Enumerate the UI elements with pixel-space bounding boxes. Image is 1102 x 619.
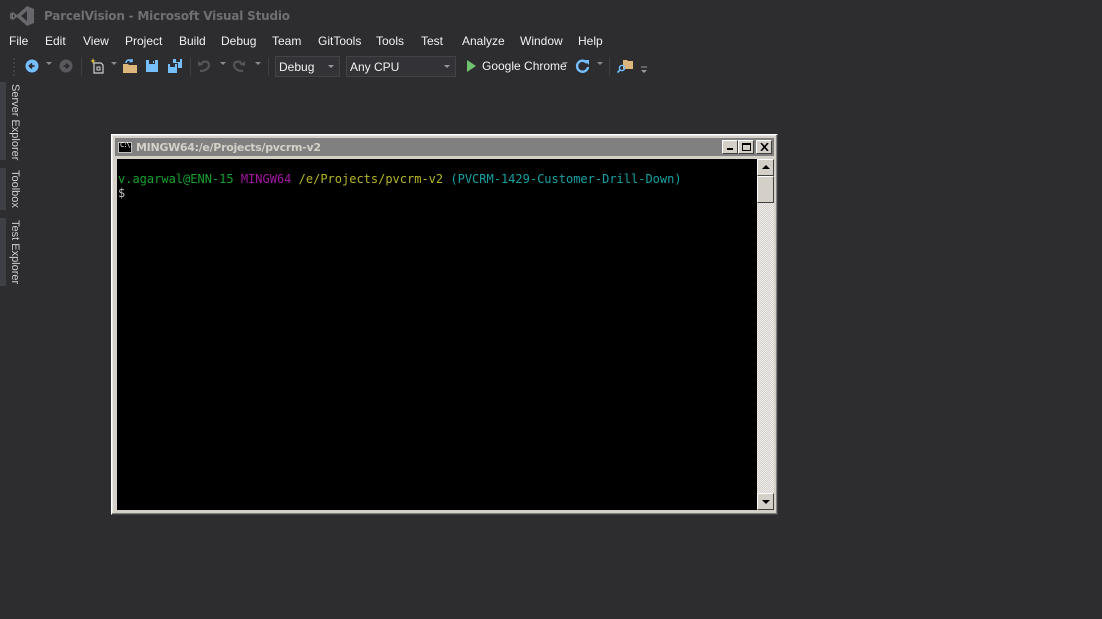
tab-label: Toolbox	[9, 170, 21, 208]
arrow-down-icon	[762, 500, 770, 504]
redo-icon[interactable]	[232, 57, 246, 75]
console-title: MINGW64:/e/Projects/pvcrm-v2	[136, 140, 321, 154]
navigate-back-icon[interactable]	[25, 57, 39, 75]
maximize-icon	[742, 143, 751, 151]
scroll-thumb[interactable]	[757, 176, 774, 203]
close-icon	[760, 143, 769, 151]
menu-analyze[interactable]: Analyze	[462, 32, 505, 48]
open-file-icon[interactable]	[122, 57, 138, 75]
solution-platform-select[interactable]: Any CPU	[346, 56, 456, 77]
find-in-files-icon[interactable]	[617, 57, 635, 75]
tab-test-explorer[interactable]: Test Explorer	[0, 218, 24, 286]
maximize-button[interactable]	[738, 140, 754, 154]
mingw64-console-window[interactable]: C:\. MINGW64:/e/Projects/pvcrm-v2 v.agar…	[111, 134, 778, 515]
close-button[interactable]	[756, 140, 772, 154]
prompt-path: /e/Projects/pvcrm-v2	[298, 172, 444, 186]
platform-value: Any CPU	[350, 60, 400, 74]
tab-toolbox[interactable]: Toolbox	[0, 168, 24, 210]
tab-server-explorer[interactable]: Server Explorer	[0, 82, 24, 160]
prompt-git-branch: (PVCRM-1429-Customer-Drill-Down)	[450, 172, 682, 186]
undo-icon[interactable]	[197, 57, 211, 75]
toolbar-separator	[268, 57, 269, 76]
window-controls	[722, 140, 772, 154]
run-target-label[interactable]: Google Chrome	[482, 59, 567, 73]
prompt-system: MINGW64	[240, 172, 292, 186]
toolbar-grip[interactable]	[12, 57, 16, 77]
menu-debug[interactable]: Debug	[221, 32, 256, 48]
scroll-up-button[interactable]	[757, 159, 774, 176]
menu-gittools[interactable]: GitTools	[318, 32, 361, 48]
navigate-forward-icon[interactable]	[59, 57, 73, 75]
toolbar-separator	[81, 57, 82, 76]
run-target-dropdown[interactable]	[562, 62, 568, 65]
menu-edit[interactable]: Edit	[45, 32, 66, 48]
refresh-icon[interactable]	[575, 57, 591, 75]
toolbar-overflow-icon[interactable]	[640, 66, 648, 74]
tab-indicator	[0, 168, 6, 210]
scroll-down-button[interactable]	[757, 493, 774, 510]
tab-label: Server Explorer	[9, 84, 21, 161]
terminal-output[interactable]: v.agarwal@ENN-15 MINGW64 /e/Projects/pvc…	[117, 159, 757, 510]
arrow-up-icon	[762, 165, 770, 169]
menu-view[interactable]: View	[83, 32, 109, 48]
redo-dropdown[interactable]	[255, 62, 261, 65]
new-project-icon[interactable]	[89, 57, 105, 75]
menu-test[interactable]: Test	[421, 32, 443, 48]
new-project-dropdown[interactable]	[111, 62, 117, 65]
chevron-down-icon	[444, 65, 450, 68]
title-bar: ParcelVision - Microsoft Visual Studio	[0, 0, 1102, 32]
toolbar-separator	[609, 57, 610, 76]
minimize-icon	[727, 148, 733, 150]
navigate-back-dropdown[interactable]	[46, 62, 52, 65]
menu-team[interactable]: Team	[272, 32, 301, 48]
menu-build[interactable]: Build	[179, 32, 206, 48]
solution-configuration-select[interactable]: Debug	[275, 56, 340, 77]
menu-window[interactable]: Window	[520, 32, 563, 48]
prompt-user-host: v.agarwal@ENN-15	[118, 172, 234, 186]
refresh-dropdown[interactable]	[597, 62, 603, 65]
tab-label: Test Explorer	[9, 220, 21, 285]
menu-file[interactable]: File	[9, 32, 28, 48]
toolbar-separator	[190, 57, 191, 76]
chevron-down-icon	[328, 65, 334, 68]
console-icon: C:\.	[118, 141, 134, 153]
save-icon[interactable]	[145, 57, 159, 75]
vertical-scrollbar[interactable]	[757, 159, 774, 510]
menu-tools[interactable]: Tools	[376, 32, 404, 48]
tab-indicator	[0, 82, 6, 160]
console-title-bar[interactable]: C:\. MINGW64:/e/Projects/pvcrm-v2	[115, 138, 774, 156]
save-all-icon[interactable]	[167, 57, 183, 75]
visual-studio-logo-icon	[10, 6, 34, 26]
prompt-symbol: $	[118, 186, 126, 200]
standard-toolbar: Debug Any CPU Google Chrome	[0, 54, 700, 78]
tab-indicator	[0, 218, 6, 286]
minimize-button[interactable]	[722, 140, 738, 154]
start-icon[interactable]	[465, 57, 477, 75]
window-title: ParcelVision - Microsoft Visual Studio	[44, 9, 290, 23]
undo-dropdown[interactable]	[220, 62, 226, 65]
menu-help[interactable]: Help	[578, 32, 603, 48]
menu-project[interactable]: Project	[125, 32, 162, 48]
configuration-value: Debug	[279, 60, 315, 74]
